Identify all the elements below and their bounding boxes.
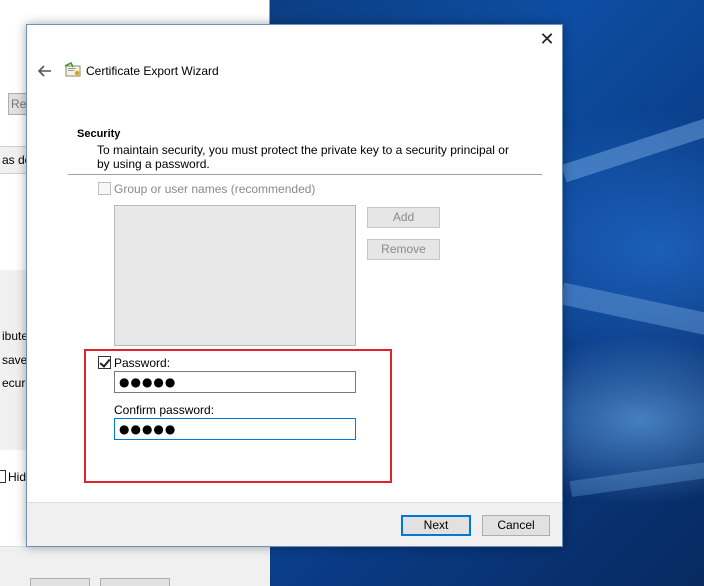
cancel-button[interactable]: Cancel bbox=[482, 515, 550, 536]
section-title: Security bbox=[77, 128, 121, 140]
certificate-icon bbox=[64, 62, 81, 77]
next-button[interactable]: Next bbox=[401, 515, 471, 536]
cancel-button-label: Cancel bbox=[497, 518, 535, 532]
back-button[interactable] bbox=[35, 61, 55, 81]
remove-button[interactable]: Remove bbox=[367, 239, 440, 260]
password-input[interactable]: ●●●●● bbox=[114, 371, 356, 393]
background-footer-button[interactable] bbox=[30, 578, 90, 586]
group-or-user-names-label: Group or user names (recommended) bbox=[114, 182, 316, 196]
add-button[interactable]: Add bbox=[367, 207, 440, 228]
certificate-export-wizard-dialog: ✕ Certificate Export Wizard Security To … bbox=[26, 24, 563, 547]
section-description: To maintain security, you must protect t… bbox=[97, 143, 509, 171]
dialog-footer: Next Cancel bbox=[27, 502, 562, 546]
confirm-password-label: Confirm password: bbox=[114, 403, 215, 417]
close-icon: ✕ bbox=[539, 29, 555, 50]
close-button[interactable]: ✕ bbox=[535, 29, 559, 53]
add-button-label: Add bbox=[392, 210, 415, 224]
group-or-user-names-listbox[interactable] bbox=[114, 205, 356, 346]
wizard-title: Certificate Export Wizard bbox=[86, 64, 219, 78]
password-checkbox[interactable] bbox=[98, 356, 111, 369]
background-text-line: save bbox=[2, 353, 28, 367]
wallpaper-light-beam bbox=[561, 115, 704, 183]
background-footer-button[interactable] bbox=[100, 578, 170, 586]
background-checkbox[interactable] bbox=[0, 470, 6, 483]
wallpaper-light-beam bbox=[569, 458, 704, 498]
confirm-password-input[interactable]: ●●●●● bbox=[114, 418, 356, 440]
back-arrow-icon bbox=[37, 65, 51, 77]
remove-button-label: Remove bbox=[381, 242, 426, 256]
group-or-user-names-checkbox[interactable] bbox=[98, 182, 111, 195]
wallpaper-light-beam bbox=[559, 282, 704, 340]
header-divider bbox=[68, 174, 542, 175]
next-button-label: Next bbox=[423, 518, 449, 532]
password-label: Password: bbox=[114, 356, 171, 370]
